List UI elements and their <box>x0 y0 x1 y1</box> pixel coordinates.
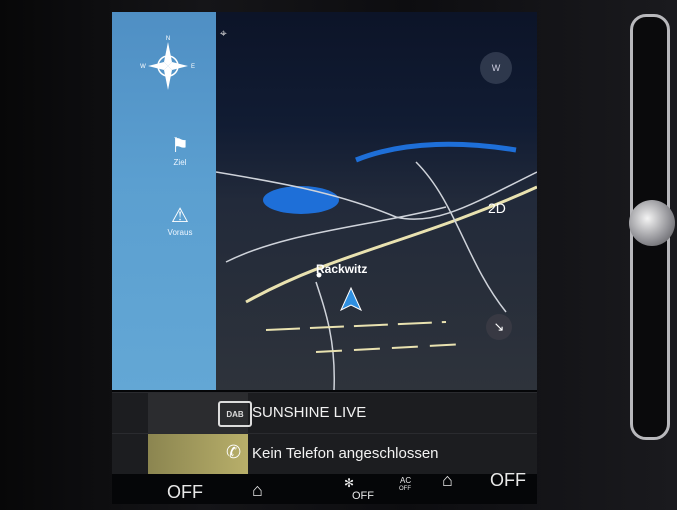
ac-state[interactable]: OFF <box>399 486 411 492</box>
fan-status[interactable]: OFF <box>352 490 374 502</box>
phone-tile[interactable]: ✆ Kein Telefon angeschlossen <box>112 433 537 474</box>
water-lake <box>263 186 339 214</box>
compass-north: N <box>166 36 170 42</box>
radio-tile[interactable]: DAB SUNSHINE LIVE <box>112 392 537 433</box>
view-mode-button[interactable]: 2D <box>488 200 506 216</box>
gps-icon: ⌖ <box>220 26 227 40</box>
dab-icon: DAB <box>218 401 252 427</box>
nav-sidebar: N E W ⚑ Ziel ⚠ Voraus <box>112 12 216 390</box>
road-line <box>315 281 336 390</box>
phone-status: Kein Telefon angeschlossen <box>252 445 439 462</box>
phone-tile-icon-area: ✆ <box>148 434 248 474</box>
lane-marking <box>315 343 467 353</box>
infotainment-screen: N E W ⚑ Ziel ⚠ Voraus Rackwitz 2D W ↘ ⌖ … <box>112 12 537 504</box>
sidebar-item-voraus[interactable]: ⚠ Voraus <box>150 204 210 237</box>
city-label: Rackwitz <box>316 262 368 276</box>
seat-heat-left-icon[interactable]: ⌂ <box>252 480 263 501</box>
climate-bar: OFF ⌂ ✻ OFF AC OFF ⌂ OFF <box>112 470 537 504</box>
compass-west: W <box>140 64 146 70</box>
radio-tile-icon-area: DAB <box>148 393 252 433</box>
map-compass-button[interactable]: W <box>480 52 512 84</box>
sidebar-item-label: Ziel <box>173 158 187 167</box>
road-line <box>415 161 507 313</box>
vehicle-position-icon <box>339 286 363 312</box>
radio-station-name: SUNSHINE LIVE <box>252 404 367 421</box>
water-river <box>355 141 517 163</box>
right-temperature[interactable]: OFF <box>490 470 526 491</box>
phone-icon: ✆ <box>226 442 242 462</box>
lane-marking <box>265 321 447 331</box>
left-temperature[interactable]: OFF <box>167 482 203 503</box>
compass-east: E <box>191 64 195 70</box>
compass-rose-icon[interactable]: N E W <box>140 34 196 104</box>
checkered-flag-icon: ⚑ <box>171 135 189 157</box>
fan-icon[interactable]: ✻ <box>344 476 354 490</box>
sidebar-item-label: Voraus <box>167 228 193 237</box>
pin-warning-icon: ⚠ <box>171 205 189 227</box>
navigation-map[interactable]: Rackwitz 2D W ↘ <box>216 12 537 390</box>
seat-heat-right-icon[interactable]: ⌂ <box>442 470 453 491</box>
expand-map-button[interactable]: ↘ <box>486 314 512 340</box>
vent-knob[interactable] <box>629 200 675 246</box>
ac-label[interactable]: AC <box>400 476 411 485</box>
sidebar-item-ziel[interactable]: ⚑ Ziel <box>150 134 210 167</box>
